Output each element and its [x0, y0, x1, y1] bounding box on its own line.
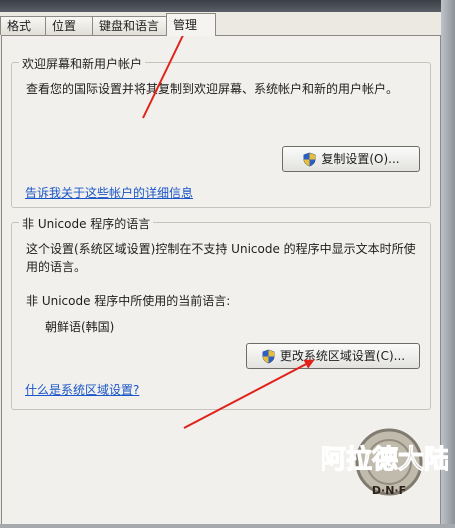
uac-shield-icon: [303, 152, 316, 166]
uac-shield-icon: [262, 349, 275, 363]
tab-keyboards-languages[interactable]: 键盘和语言: [92, 16, 168, 35]
change-system-locale-label: 更改系统区域设置(C)...: [279, 349, 406, 363]
welcome-group-title: 欢迎屏幕和新用户帐户: [19, 55, 146, 72]
copy-settings-label: 复制设置(O)...: [321, 152, 400, 166]
tab-location[interactable]: 位置: [45, 16, 93, 35]
window-titlebar: [0, 0, 455, 12]
change-system-locale-button[interactable]: 更改系统区域设置(C)...: [246, 343, 420, 369]
system-locale-help-link[interactable]: 什么是系统区域设置?: [25, 381, 139, 398]
current-language-value: 朝鲜语(韩国): [45, 320, 115, 334]
site-watermark-logo: 阿拉德大陆 D·N·F: [322, 428, 448, 497]
non-unicode-description: 这个设置(系统区域设置)控制在不支持 Unicode 的程序中显示文本时所使用的…: [26, 242, 416, 274]
svg-text:D·N·F: D·N·F: [372, 484, 406, 497]
welcome-accounts-link[interactable]: 告诉我关于这些帐户的详细信息: [25, 184, 193, 201]
current-language-label: 非 Unicode 程序中所使用的当前语言:: [26, 294, 231, 308]
tab-administrative[interactable]: 管理: [166, 13, 216, 36]
non-unicode-group-title: 非 Unicode 程序的语言: [19, 215, 154, 232]
svg-text:阿拉德大陆: 阿拉德大陆: [322, 444, 448, 475]
window-bottom-frame: [0, 524, 455, 528]
copy-settings-button[interactable]: 复制设置(O)...: [282, 146, 420, 172]
tab-formats[interactable]: 格式: [0, 16, 48, 35]
welcome-description: 查看您的国际设置并将其复制到欢迎屏幕、系统帐户和新的用户帐户。: [26, 82, 399, 96]
